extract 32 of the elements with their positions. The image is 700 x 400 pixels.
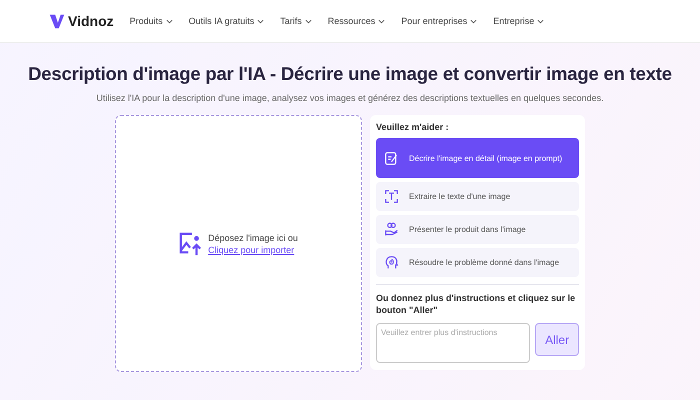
- chevron-down-icon: [378, 18, 386, 24]
- chevron-down-icon: [304, 18, 312, 24]
- option-button[interactable]: Présenter le produit dans l'image: [376, 215, 579, 244]
- nav-menu[interactable]: Outils IA gratuits: [188, 16, 264, 26]
- import-link[interactable]: Cliquez pour importer: [208, 244, 298, 254]
- chevron-down-icon: [470, 18, 478, 24]
- page-subtitle: Utilisez l'IA pour la description d'une image, analysez vos images et générez des descriptions textuelles en quelques secondes.: [96, 93, 604, 103]
- option-button[interactable]: Décrire l'image en détail (image en prompt): [376, 138, 579, 178]
- edit-note-icon: [384, 150, 399, 166]
- go-button[interactable]: Aller: [535, 323, 579, 356]
- nav-menu[interactable]: Produits: [130, 16, 173, 26]
- upload-dropzone[interactable]: Déposez l'image ici ou Cliquez pour importer: [115, 115, 362, 372]
- chevron-down-icon: [257, 18, 264, 24]
- logo-icon: [48, 12, 66, 30]
- nav-menu[interactable]: Pour entreprises: [401, 16, 478, 26]
- chevron-down-icon: [537, 18, 544, 24]
- instructions-label: Ou donnez plus d'instructions et cliquez sur le bouton "Aller": [376, 292, 576, 318]
- page-title: Description d'image par l'IA - Décrire une image et convertir image en texte: [28, 63, 672, 85]
- head-spiral-icon: [384, 254, 399, 270]
- option-button[interactable]: Résoudre le problème donné dans l'image: [376, 248, 579, 277]
- drop-hint: Déposez l'image ici ou: [208, 232, 298, 242]
- text-scan-icon: [384, 189, 399, 204]
- nav-menu[interactable]: Tarifs: [280, 16, 312, 26]
- instructions-field[interactable]: Veuillez entrer plus d'instructions: [376, 323, 530, 364]
- image-upload-icon: [179, 230, 204, 256]
- option-button[interactable]: Extraire le texte d'une image: [376, 182, 579, 212]
- nav-menu[interactable]: Entreprise: [493, 16, 544, 26]
- hand-product-icon: [384, 222, 399, 238]
- nav-menu[interactable]: Ressources: [328, 16, 386, 26]
- brand-name[interactable]: Vidnoz: [68, 13, 114, 29]
- panel-heading: Veuillez m'aider :: [376, 122, 450, 132]
- chevron-down-icon: [166, 18, 173, 24]
